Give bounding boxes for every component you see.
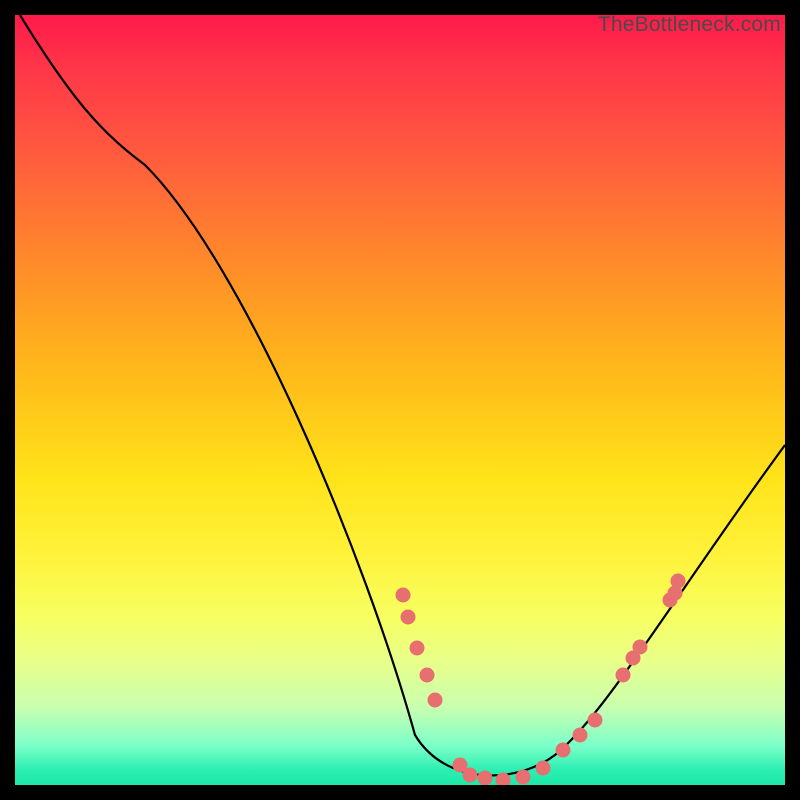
scatter-dot	[671, 574, 686, 589]
watermark-text: TheBottleneck.com	[598, 13, 781, 37]
scatter-dot	[420, 668, 435, 683]
scatter-dot	[616, 668, 631, 683]
scatter-dot	[536, 761, 551, 776]
scatter-dot	[573, 728, 588, 743]
bottleneck-curve	[20, 15, 785, 775]
scatter-dot	[588, 713, 603, 728]
scatter-dot	[401, 610, 416, 625]
scatter-dot	[516, 770, 531, 785]
plot-frame: TheBottleneck.com	[15, 15, 785, 785]
scatter-dot	[556, 743, 571, 758]
scatter-dot	[463, 768, 478, 783]
scatter-points	[396, 574, 686, 786]
scatter-dot	[633, 640, 648, 655]
scatter-dot	[396, 588, 411, 603]
scatter-dot	[478, 771, 493, 786]
scatter-dot	[428, 693, 443, 708]
scatter-dot	[410, 641, 425, 656]
chart-svg	[15, 15, 785, 785]
